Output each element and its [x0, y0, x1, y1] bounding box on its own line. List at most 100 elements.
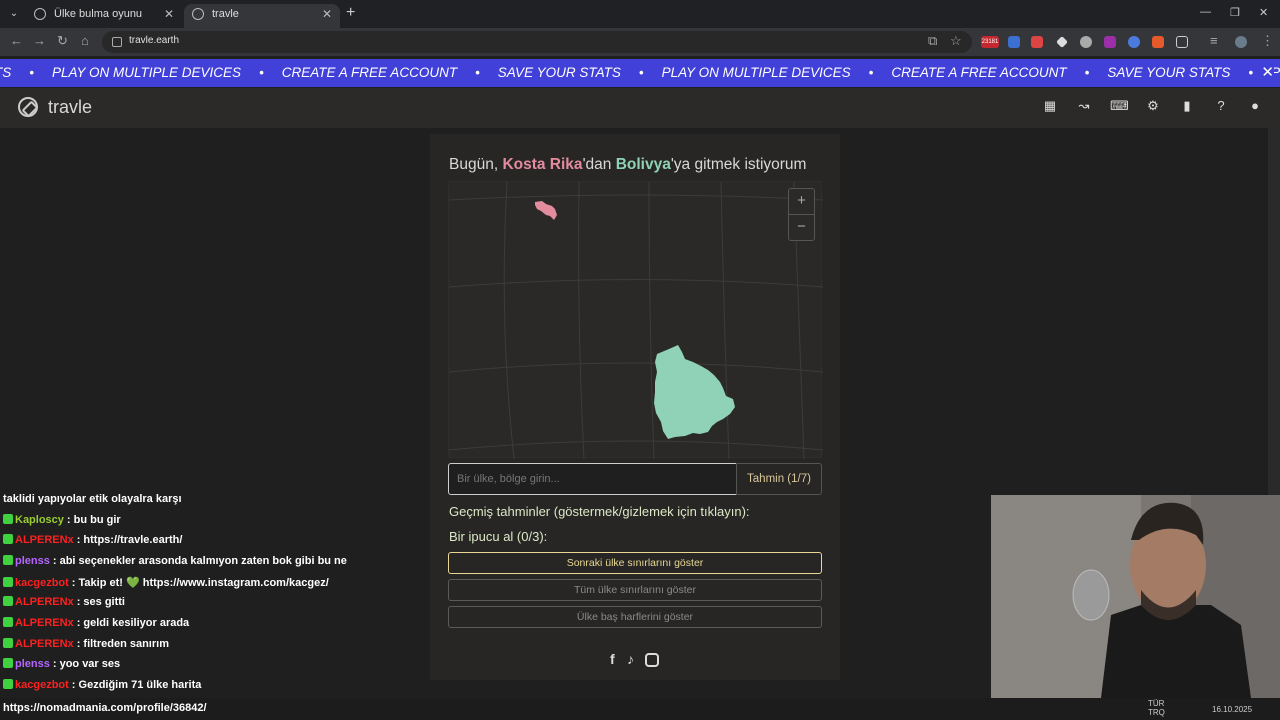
badge-icon: [3, 534, 13, 544]
reading-list-icon[interactable]: ≡: [1210, 33, 1218, 48]
minimize-button[interactable]: —: [1200, 6, 1211, 18]
extension-icon[interactable]: [1104, 36, 1116, 48]
promo-item[interactable]: PLAY ON MULTIPLE DEVICES: [52, 65, 241, 80]
badge-icon: [3, 617, 13, 627]
game-map[interactable]: [448, 181, 824, 460]
map-graticule: [448, 181, 824, 460]
app-header: travle ▦ ↝ ⌨ ⚙ ▮ ? ●: [0, 88, 1280, 128]
new-tab-button[interactable]: +: [346, 4, 355, 22]
scrollbar[interactable]: [1268, 128, 1280, 495]
chat-username[interactable]: Kaploscy: [15, 514, 64, 526]
country-guess-input[interactable]: [448, 463, 737, 495]
chat-text: : ses gitti: [76, 596, 125, 608]
promo-item[interactable]: SAVE YOUR STATS: [498, 65, 621, 80]
gamepad-icon[interactable]: ⌨: [1110, 99, 1129, 113]
webcam-overlay: [991, 495, 1280, 698]
tab-close-icon[interactable]: ✕: [164, 4, 174, 24]
compass-logo-icon[interactable]: [18, 97, 38, 117]
tiktok-icon[interactable]: ♪: [627, 651, 634, 667]
promo-separator: •: [475, 65, 480, 80]
show-initials-button[interactable]: Ülke baş harflerini göster: [448, 606, 822, 628]
chat-text: : Gezdiğim 71 ülke harita: [71, 679, 202, 691]
guess-button[interactable]: Tahmin (1/7): [736, 463, 822, 495]
calendar-icon[interactable]: ▦: [1043, 99, 1057, 113]
chat-username[interactable]: ALPERENx: [15, 617, 74, 629]
badge-icon: [3, 658, 13, 668]
heading-mid: 'dan: [582, 156, 616, 173]
show-next-borders-button[interactable]: Sonraki ülke sınırlarını göster: [448, 552, 822, 574]
zoom-in-button[interactable]: +: [789, 189, 814, 215]
chat-username[interactable]: ALPERENx: [15, 638, 74, 650]
extension-badge-icon[interactable]: 23181: [981, 36, 999, 48]
show-all-borders-button[interactable]: Tüm ülke sınırlarını göster: [448, 579, 822, 601]
promo-item[interactable]: PLAY ON MULTIPLE DEVICES: [662, 65, 851, 80]
chat-message: ALPERENx: geldi kesiliyor arada: [3, 617, 189, 629]
tab-travle[interactable]: travle ✕: [184, 4, 340, 28]
bookmark-star-icon[interactable]: ☆: [950, 33, 962, 49]
user-icon[interactable]: ●: [1248, 99, 1262, 113]
badge-icon: [3, 596, 13, 606]
url-text: travle.earth: [129, 35, 180, 46]
tray-date[interactable]: 16.10.2025: [1212, 705, 1252, 714]
promo-item[interactable]: SAVE YOUR STATS: [1107, 65, 1230, 80]
from-country: Kosta Rika: [502, 156, 583, 173]
chat-username[interactable]: plenss: [15, 555, 50, 567]
promo-close-button[interactable]: ✕: [1257, 63, 1274, 81]
route-icon[interactable]: ↝: [1077, 99, 1091, 113]
promo-item[interactable]: CREATE A FREE ACCOUNT: [282, 65, 457, 80]
chat-message: taklidi yapıyolar etik olayalra karşı: [3, 493, 182, 505]
site-info-icon[interactable]: [112, 37, 122, 47]
chat-message: plenss: abi seçenekler arasonda kalmıyon…: [3, 555, 347, 567]
omnibox[interactable]: travle.earth: [102, 31, 972, 53]
extensions-puzzle-icon[interactable]: [1176, 36, 1188, 48]
tab-ulke-bulma[interactable]: Ülke bulma oyunu önerileri ✕: [26, 4, 182, 40]
profile-avatar-icon[interactable]: [1235, 36, 1247, 48]
promo-item[interactable]: CREATE A FREE ACCOUNT: [891, 65, 1066, 80]
promo-separator: •: [1084, 65, 1090, 80]
globe-icon: [34, 8, 46, 20]
chat-message: plenss: yoo var ses: [3, 658, 120, 670]
instagram-icon[interactable]: [645, 653, 659, 667]
chat-username[interactable]: plenss: [15, 658, 50, 670]
extension-icon[interactable]: [1152, 36, 1164, 48]
chat-username[interactable]: kacgezbot: [15, 679, 69, 691]
restore-button[interactable]: ❐: [1230, 6, 1240, 19]
close-window-button[interactable]: ✕: [1259, 6, 1268, 19]
tray-language[interactable]: TÜR TRQ: [1148, 699, 1165, 717]
stats-icon[interactable]: ▮: [1180, 99, 1194, 113]
translate-extension-icon[interactable]: [1008, 36, 1020, 48]
install-app-icon[interactable]: ⧉: [928, 33, 937, 49]
badge-icon: [3, 638, 13, 648]
promo-item[interactable]: TS: [0, 65, 11, 80]
tab-close-icon[interactable]: ✕: [322, 4, 332, 24]
stream-chat: taklidi yapıyolar etik olayalra karşı Kap…: [0, 490, 420, 691]
reload-button[interactable]: ↻: [57, 33, 68, 49]
back-button[interactable]: ←: [10, 33, 23, 48]
heading-suffix: 'ya gitmek istiyorum: [670, 156, 807, 173]
home-button[interactable]: ⌂: [81, 33, 89, 48]
chat-message: ALPERENx: filtreden sanırım: [3, 638, 169, 650]
to-country: Bolivya: [615, 156, 671, 173]
menu-kebab-icon[interactable]: ⋮: [1261, 33, 1274, 49]
tab-label: travle: [212, 8, 239, 20]
extension-icon[interactable]: [1031, 36, 1043, 48]
extension-icon[interactable]: [1080, 36, 1092, 48]
costa-rica-shape: [535, 201, 557, 220]
forward-button[interactable]: →: [33, 33, 46, 48]
chat-text: : geldi kesiliyor arada: [76, 617, 190, 629]
chat-username[interactable]: kacgezbot: [15, 577, 69, 589]
gear-icon[interactable]: ⚙: [1146, 99, 1160, 113]
extension-icon[interactable]: [1056, 36, 1068, 48]
chat-username[interactable]: ALPERENx: [15, 534, 74, 546]
help-icon[interactable]: ?: [1214, 99, 1228, 113]
facebook-icon[interactable]: f: [610, 651, 615, 667]
compass-icon: [192, 8, 204, 20]
zoom-out-button[interactable]: −: [789, 215, 814, 241]
promo-ticker[interactable]: TS • PLAY ON MULTIPLE DEVICES • CREATE A FRE…: [0, 65, 1280, 80]
chat-username[interactable]: ALPERENx: [15, 596, 74, 608]
past-guesses-toggle[interactable]: Geçmiş tahminler (göstermek/gizlemek içi…: [449, 504, 750, 519]
app-title[interactable]: travle: [48, 97, 92, 118]
tab-search-icon[interactable]: ⌄: [6, 6, 22, 22]
extension-icon[interactable]: [1128, 36, 1140, 48]
chat-text: : https://travle.earth/: [76, 534, 183, 546]
